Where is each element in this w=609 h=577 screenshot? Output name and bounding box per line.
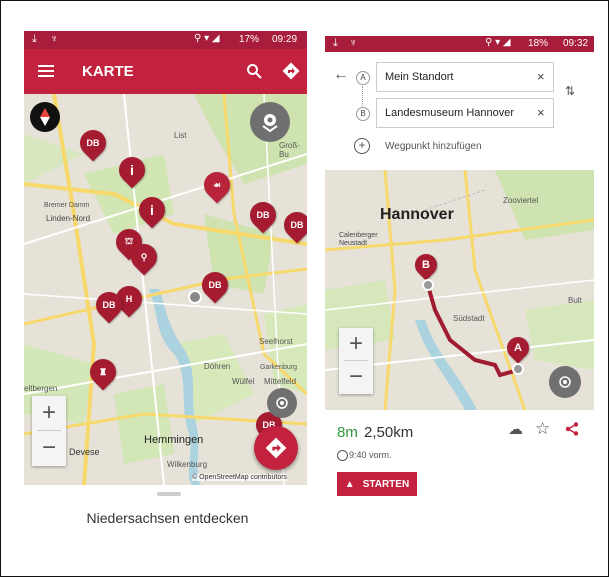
share-icon[interactable] — [565, 422, 579, 436]
crosshair-icon — [559, 376, 571, 388]
marker-b-label: B — [356, 107, 370, 121]
route-distance: 2,50km — [364, 424, 414, 441]
clock-time: 09:29 — [272, 34, 298, 45]
right-status-bar: ⤓ ♆ ⚲ ▾ ◢ 18% 09:32 — [325, 36, 594, 52]
route-end-dot-a — [512, 363, 524, 375]
map-pin-info[interactable]: i — [133, 191, 171, 229]
battery-percent: 17% — [239, 34, 260, 45]
directions-icon — [265, 437, 287, 459]
clock-time: 09:32 — [563, 38, 589, 49]
zoom-control: + − — [339, 328, 373, 394]
map-label-eltbergen: eltbergen — [24, 384, 58, 393]
map-pin-db[interactable]: DB — [90, 286, 128, 324]
compass-button[interactable] — [30, 102, 60, 132]
from-field[interactable]: Mein Standort × — [376, 62, 554, 92]
back-arrow-icon[interactable]: ← — [333, 66, 349, 84]
route-marker-b[interactable]: B — [410, 249, 442, 281]
usb-icon: ♆ — [50, 33, 59, 45]
map-label-mittelfeld: Mittelfeld — [264, 377, 297, 386]
menu-icon[interactable] — [38, 65, 54, 77]
download-cloud-icon[interactable]: ☁ — [508, 420, 523, 438]
map-label-linden-nord: Linden-Nord — [46, 214, 91, 223]
map-pin-db[interactable]: DB — [74, 124, 112, 162]
zoom-out-button[interactable]: − — [339, 361, 373, 393]
map-label-suedstadt: Südstadt — [453, 314, 485, 323]
signal-icons: ⚲ ▾ ◢ — [194, 33, 220, 44]
route-marker-a[interactable]: A — [502, 332, 534, 364]
map-label-seelhorst: Seelhorst — [259, 337, 293, 346]
right-map[interactable]: Hannover Calenberger Neustadt Zooviertel… — [325, 170, 594, 410]
map-pin-bike[interactable]: ⚲ — [125, 238, 163, 276]
map-pin-db[interactable]: DB — [244, 196, 282, 234]
route-connector — [362, 86, 364, 106]
search-icon[interactable] — [246, 63, 262, 79]
favorite-star-icon[interactable]: ☆ — [535, 419, 550, 439]
map-label-zooviertel: Zooviertel — [503, 196, 539, 205]
right-screen: ⤓ ♆ ⚲ ▾ ◢ 18% 09:32 ← A Mein Standort × … — [325, 36, 594, 501]
map-label-wulfel: Wülfel — [232, 377, 255, 386]
recenter-button[interactable] — [549, 366, 581, 398]
route-start-dot-b — [422, 279, 434, 291]
route-summary: 8m 2,50km ☁ ☆ 9:40 vorm. ▲ STARTEN — [325, 410, 594, 501]
start-button[interactable]: ▲ STARTEN — [337, 472, 417, 496]
location-pin-icon — [262, 114, 278, 133]
map-label-devese: Devese — [69, 447, 100, 457]
map-label-doehren: Döhren — [204, 362, 231, 371]
left-map[interactable]: Linden-Nord Bremer Damm List Groß-Bu See… — [24, 94, 307, 485]
map-label-wilkenburg: Wilkenburg — [167, 460, 208, 469]
to-field[interactable]: Landesmuseum Hannover × — [376, 98, 554, 128]
map-label-bremer-damm: Bremer Damm — [44, 202, 90, 209]
map-label-bult: Bult — [568, 296, 582, 305]
bottom-sheet-title: Niedersachsen entdecken — [86, 510, 249, 526]
map-pin-castle[interactable]: ♜ — [84, 353, 122, 391]
map-label-hannover: Hannover — [380, 206, 454, 223]
zoom-control: + − — [32, 396, 66, 466]
map-label-hemmingen: Hemmingen — [144, 434, 204, 446]
recenter-button[interactable] — [267, 388, 297, 418]
map-label-garkenburg: Garkenburg — [260, 364, 297, 371]
bottom-sheet-handle[interactable] — [157, 492, 181, 496]
navigation-arrow-icon: ▲ — [344, 478, 355, 490]
map-label-gross-bu: Groß-Bu — [279, 141, 300, 159]
download-icon: ⤓ — [333, 37, 338, 49]
app-title: KARTE — [82, 63, 134, 80]
crosshair-icon — [276, 397, 288, 409]
download-icon: ⤓ — [32, 33, 37, 45]
zoom-in-button[interactable]: + — [339, 328, 373, 360]
left-screen: ⤓ ♆ ⚲ ▾ ◢ 17% 09:29 KARTE Linden-Nord Br… — [24, 31, 307, 485]
route-fab[interactable] — [254, 426, 298, 470]
swap-icon[interactable]: ⇅ — [565, 84, 575, 98]
clock-icon — [337, 450, 348, 461]
map-pin-leisure[interactable]: ☙ — [198, 166, 236, 204]
map-layer-button[interactable] — [250, 102, 290, 142]
left-status-bar: ⤓ ♆ ⚲ ▾ ◢ 17% 09:29 — [24, 31, 307, 49]
add-waypoint-icon[interactable]: + — [354, 138, 370, 154]
zoom-out-button[interactable]: − — [32, 431, 66, 465]
compass-icon — [40, 108, 50, 126]
map-pin-db[interactable]: DB — [196, 266, 234, 304]
map-label-calenberger: Calenberger Neustadt — [339, 232, 378, 247]
usb-icon: ♆ — [349, 37, 358, 49]
left-app-bar: KARTE — [24, 49, 307, 94]
directions-icon[interactable] — [282, 62, 300, 80]
route-panel: ← A Mein Standort × B Landesmuseum Hanno… — [325, 52, 594, 170]
clear-from-icon[interactable]: × — [537, 69, 545, 84]
add-waypoint-label[interactable]: Wegpunkt hinzufügen — [385, 141, 482, 152]
clear-to-icon[interactable]: × — [537, 105, 545, 120]
my-location-marker — [188, 290, 202, 304]
signal-icons: ⚲ ▾ ◢ — [485, 37, 511, 48]
map-label-list: List — [174, 131, 187, 140]
map-pin-info[interactable]: i — [113, 151, 151, 189]
marker-a-label: A — [356, 71, 370, 85]
battery-percent: 18% — [528, 38, 549, 49]
zoom-in-button[interactable]: + — [32, 396, 66, 430]
route-duration: 8m — [337, 424, 358, 441]
map-attribution[interactable]: © OpenStreetMap contributors — [192, 474, 288, 481]
arrival-time: 9:40 vorm. — [349, 450, 392, 460]
